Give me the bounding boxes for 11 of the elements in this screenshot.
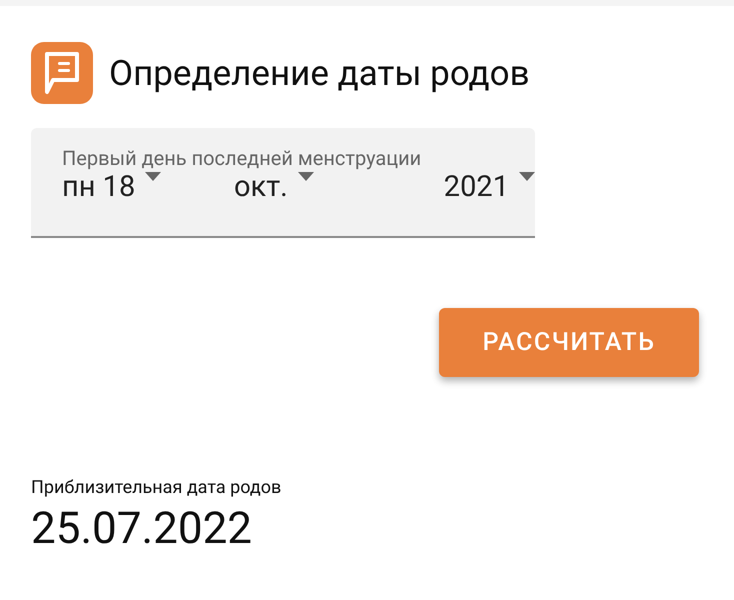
field-label: Первый день последней менструации — [62, 146, 422, 170]
app-logo-icon — [31, 42, 93, 104]
result-label: Приблизительная дата родов — [31, 477, 282, 498]
dropdown-select[interactable]: 2021 — [405, 170, 535, 204]
caret-icon — [519, 172, 535, 181]
caret-icon — [145, 172, 162, 181]
dropdown-select[interactable]: пн 18 — [62, 170, 232, 204]
page-title: Определение даты родов — [109, 52, 530, 94]
result-date: 25.07.2022 — [31, 502, 254, 554]
dropdown-select[interactable]: окт. — [232, 170, 405, 204]
caret-icon — [298, 172, 314, 181]
